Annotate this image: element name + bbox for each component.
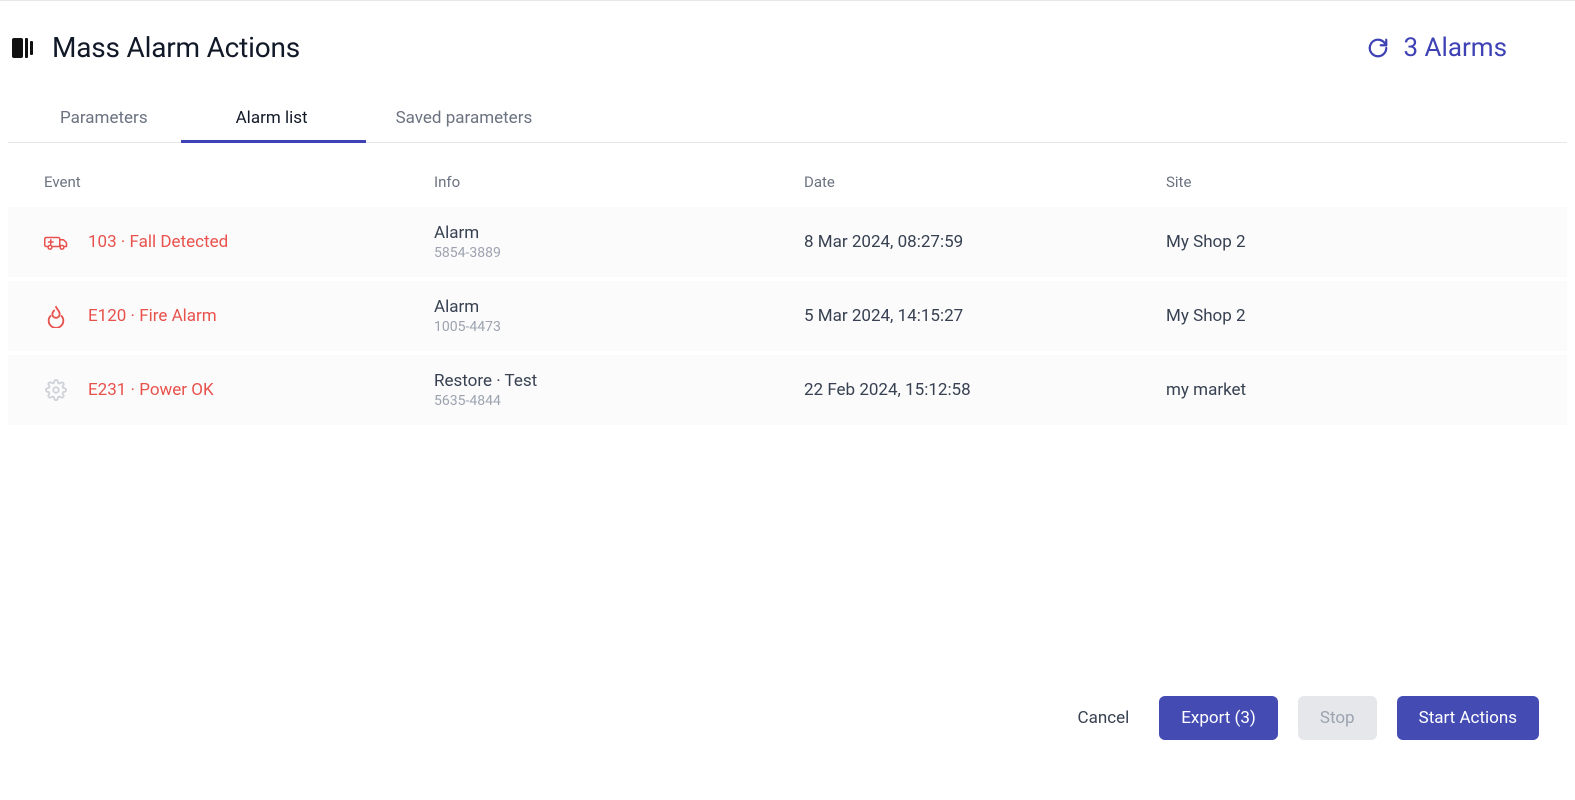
export-button[interactable]: Export (3) <box>1159 696 1278 740</box>
tabs: Parameters Alarm list Saved parameters <box>8 94 1567 143</box>
site-cell: My Shop 2 <box>1166 232 1531 252</box>
gear-icon <box>44 379 68 401</box>
stop-button: Stop <box>1298 696 1377 740</box>
event-label: E231 · Power OK <box>88 380 214 400</box>
alarm-table: Event Info Date Site 103 · Fall Detected <box>8 149 1567 425</box>
page-title: Mass Alarm Actions <box>52 31 300 64</box>
tab-parameters[interactable]: Parameters <box>60 94 176 142</box>
site-cell: My Shop 2 <box>1166 306 1531 326</box>
start-actions-button[interactable]: Start Actions <box>1397 696 1539 740</box>
table-row[interactable]: 103 · Fall Detected Alarm 5854-3889 8 Ma… <box>8 207 1567 277</box>
tab-alarm-list[interactable]: Alarm list <box>236 94 336 142</box>
footer-actions: Cancel Export (3) Stop Start Actions <box>1056 696 1539 740</box>
info-sub: 5854-3889 <box>434 245 804 261</box>
info-top: Alarm <box>434 297 804 317</box>
date-cell: 8 Mar 2024, 08:27:59 <box>804 232 1166 252</box>
fire-icon <box>44 304 68 328</box>
alarm-count: 3 Alarms <box>1403 33 1507 63</box>
col-site: Site <box>1166 173 1531 191</box>
event-label: 103 · Fall Detected <box>88 232 228 252</box>
info-sub: 1005-4473 <box>434 319 804 335</box>
col-info: Info <box>434 173 804 191</box>
tab-saved-parameters[interactable]: Saved parameters <box>396 94 561 142</box>
refresh-icon[interactable] <box>1367 37 1389 59</box>
app-icon <box>12 36 36 60</box>
col-event: Event <box>44 173 434 191</box>
info-top: Restore · Test <box>434 371 804 391</box>
cancel-button[interactable]: Cancel <box>1056 696 1140 740</box>
info-top: Alarm <box>434 223 804 243</box>
date-cell: 22 Feb 2024, 15:12:58 <box>804 380 1166 400</box>
table-row[interactable]: E120 · Fire Alarm Alarm 1005-4473 5 Mar … <box>8 281 1567 351</box>
ambulance-icon <box>44 232 68 252</box>
date-cell: 5 Mar 2024, 14:15:27 <box>804 306 1166 326</box>
table-row[interactable]: E231 · Power OK Restore · Test 5635-4844… <box>8 355 1567 425</box>
col-date: Date <box>804 173 1166 191</box>
event-label: E120 · Fire Alarm <box>88 306 217 326</box>
site-cell: my market <box>1166 380 1531 400</box>
info-sub: 5635-4844 <box>434 393 804 409</box>
